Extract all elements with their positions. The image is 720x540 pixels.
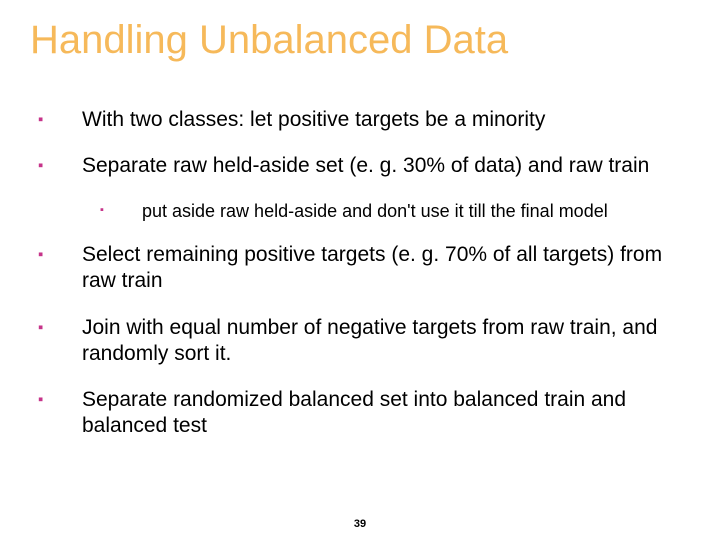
list-item-text: Join with equal number of negative targe… <box>82 315 690 368</box>
bullet-icon: ▪ <box>38 107 82 130</box>
slide: Handling Unbalanced Data ▪ With two clas… <box>0 0 720 540</box>
bullet-icon: ▪ <box>38 153 82 176</box>
slide-title: Handling Unbalanced Data <box>30 18 690 62</box>
page-number: 39 <box>0 518 720 530</box>
list-item-text: Separate randomized balanced set into ba… <box>82 387 690 440</box>
list-item-text: Separate raw held-aside set (e. g. 30% o… <box>82 153 690 179</box>
list-item: ▪ Separate raw held-aside set (e. g. 30%… <box>38 153 690 179</box>
list-item: ▪ With two classes: let positive targets… <box>38 107 690 133</box>
list-item: ▪ Join with equal number of negative tar… <box>38 315 690 368</box>
bullet-icon: ▪ <box>38 315 82 338</box>
list-item-text: Select remaining positive targets (e. g.… <box>82 242 690 295</box>
list-subitem: ▪ put aside raw held-aside and don't use… <box>100 200 690 223</box>
list-item: ▪ Select remaining positive targets (e. … <box>38 242 690 295</box>
bullet-icon: ▪ <box>38 387 82 410</box>
list-item-text: With two classes: let positive targets b… <box>82 107 690 133</box>
list-subitem-text: put aside raw held-aside and don't use i… <box>142 200 690 223</box>
bullet-icon: ▪ <box>38 242 82 265</box>
list-item: ▪ Separate randomized balanced set into … <box>38 387 690 440</box>
bullet-icon: ▪ <box>100 200 142 218</box>
